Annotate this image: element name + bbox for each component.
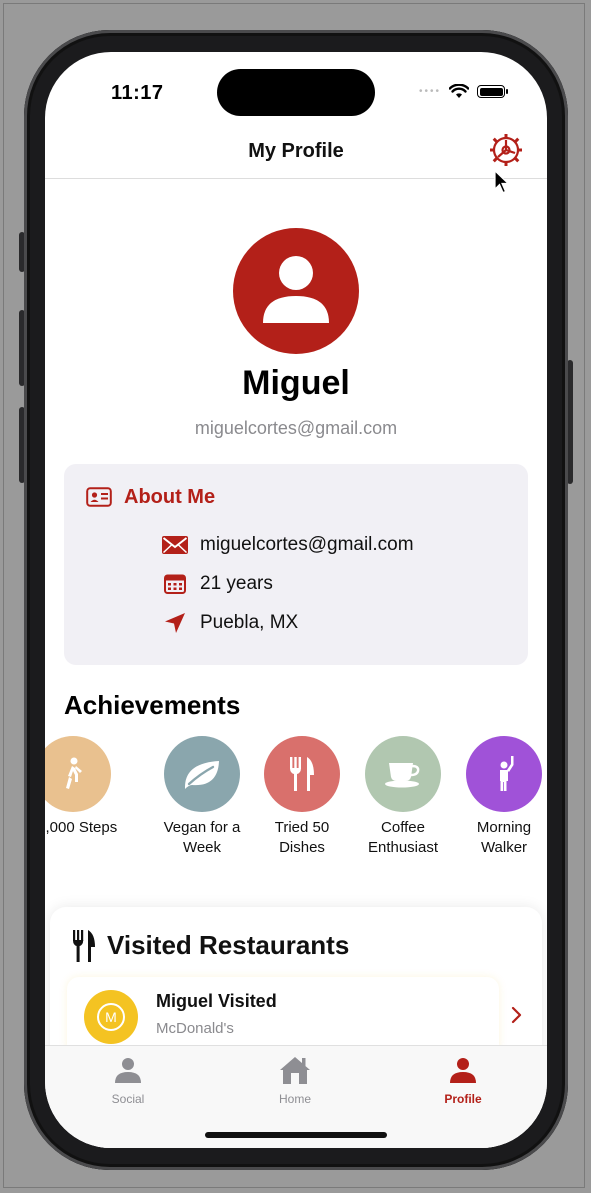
visit-restaurant-name: McDonald's (156, 1020, 234, 1037)
tab-profile[interactable]: Profile (413, 1054, 513, 1106)
profile-name: Miguel (242, 364, 350, 402)
tab-social[interactable]: Social (78, 1054, 178, 1106)
fork-knife-icon (264, 736, 340, 812)
tab-home-label: Home (278, 1092, 311, 1106)
achievement-label: Coffee Enthusiast (367, 819, 439, 856)
about-email-row: miguelcortes@gmail.com (162, 534, 414, 556)
battery-icon (477, 85, 508, 98)
person-icon (263, 256, 329, 323)
tab-social-label: Social (111, 1092, 145, 1106)
wifi-icon (449, 84, 469, 98)
avatar (233, 228, 359, 354)
house-icon (280, 1057, 310, 1084)
about-age-text: 21 years (200, 573, 273, 594)
chevron-right-icon[interactable] (511, 1006, 523, 1024)
gear-icon[interactable] (488, 132, 524, 168)
fork-knife-icon (73, 930, 95, 962)
about-email-text: miguelcortes@gmail.com (200, 534, 414, 555)
person-raising-hand-icon (466, 736, 542, 812)
about-location-text: Puebla, MX (200, 612, 299, 633)
restaurant-logo-letter: M (97, 1003, 125, 1031)
contact-card-icon (86, 487, 112, 507)
achievement-label: Vegan for a Week (163, 819, 241, 856)
visited-restaurants-title: Visited Restaurants (107, 930, 350, 960)
envelope-icon (162, 534, 188, 556)
home-indicator[interactable] (205, 1132, 387, 1138)
achievement-item[interactable]: Coffee Enthusiast (353, 736, 453, 858)
achievements-title: Achievements (64, 690, 241, 720)
nav-bar: My Profile (45, 130, 547, 179)
visit-title: Miguel Visited (156, 991, 277, 1011)
person-icon (115, 1058, 141, 1083)
tab-home[interactable]: Home (245, 1054, 345, 1106)
tab-profile-label: Profile (444, 1092, 482, 1106)
achievement-item[interactable]: Tried 50 Dishes (252, 736, 352, 858)
status-time: 11:17 (111, 82, 164, 104)
leaf-icon (164, 736, 240, 812)
mouse-cursor-icon (494, 170, 510, 194)
dynamic-island (217, 69, 375, 116)
about-me-card: About Me miguelcortes@gmail.com 21 years… (64, 464, 528, 665)
walking-icon (45, 736, 111, 812)
status-icons: •••• (418, 84, 508, 99)
about-age-row: 21 years (162, 573, 273, 595)
signal-icon: •••• (418, 86, 441, 97)
about-location-row: Puebla, MX (162, 612, 298, 634)
achievement-item[interactable]: Vegan for a Week (152, 736, 252, 858)
achievement-item[interactable]: 10,000 Steps (45, 736, 123, 838)
coffee-cup-icon (365, 736, 441, 812)
achievement-label: Morning Walker (476, 819, 532, 856)
restaurant-logo: M (84, 990, 138, 1044)
location-arrow-icon (162, 612, 188, 634)
person-icon (450, 1058, 476, 1083)
about-me-title: About Me (124, 486, 216, 508)
screen: 11:17 •••• My Profile Miguel miguelcorte… (45, 52, 547, 1148)
page-title: My Profile (248, 140, 344, 162)
calendar-icon (162, 573, 188, 595)
achievement-item[interactable]: Morning Walker (454, 736, 547, 858)
profile-email: miguelcortes@gmail.com (194, 418, 398, 438)
achievement-label: Tried 50 Dishes (274, 819, 330, 856)
achievement-label: 10,000 Steps (45, 819, 118, 836)
